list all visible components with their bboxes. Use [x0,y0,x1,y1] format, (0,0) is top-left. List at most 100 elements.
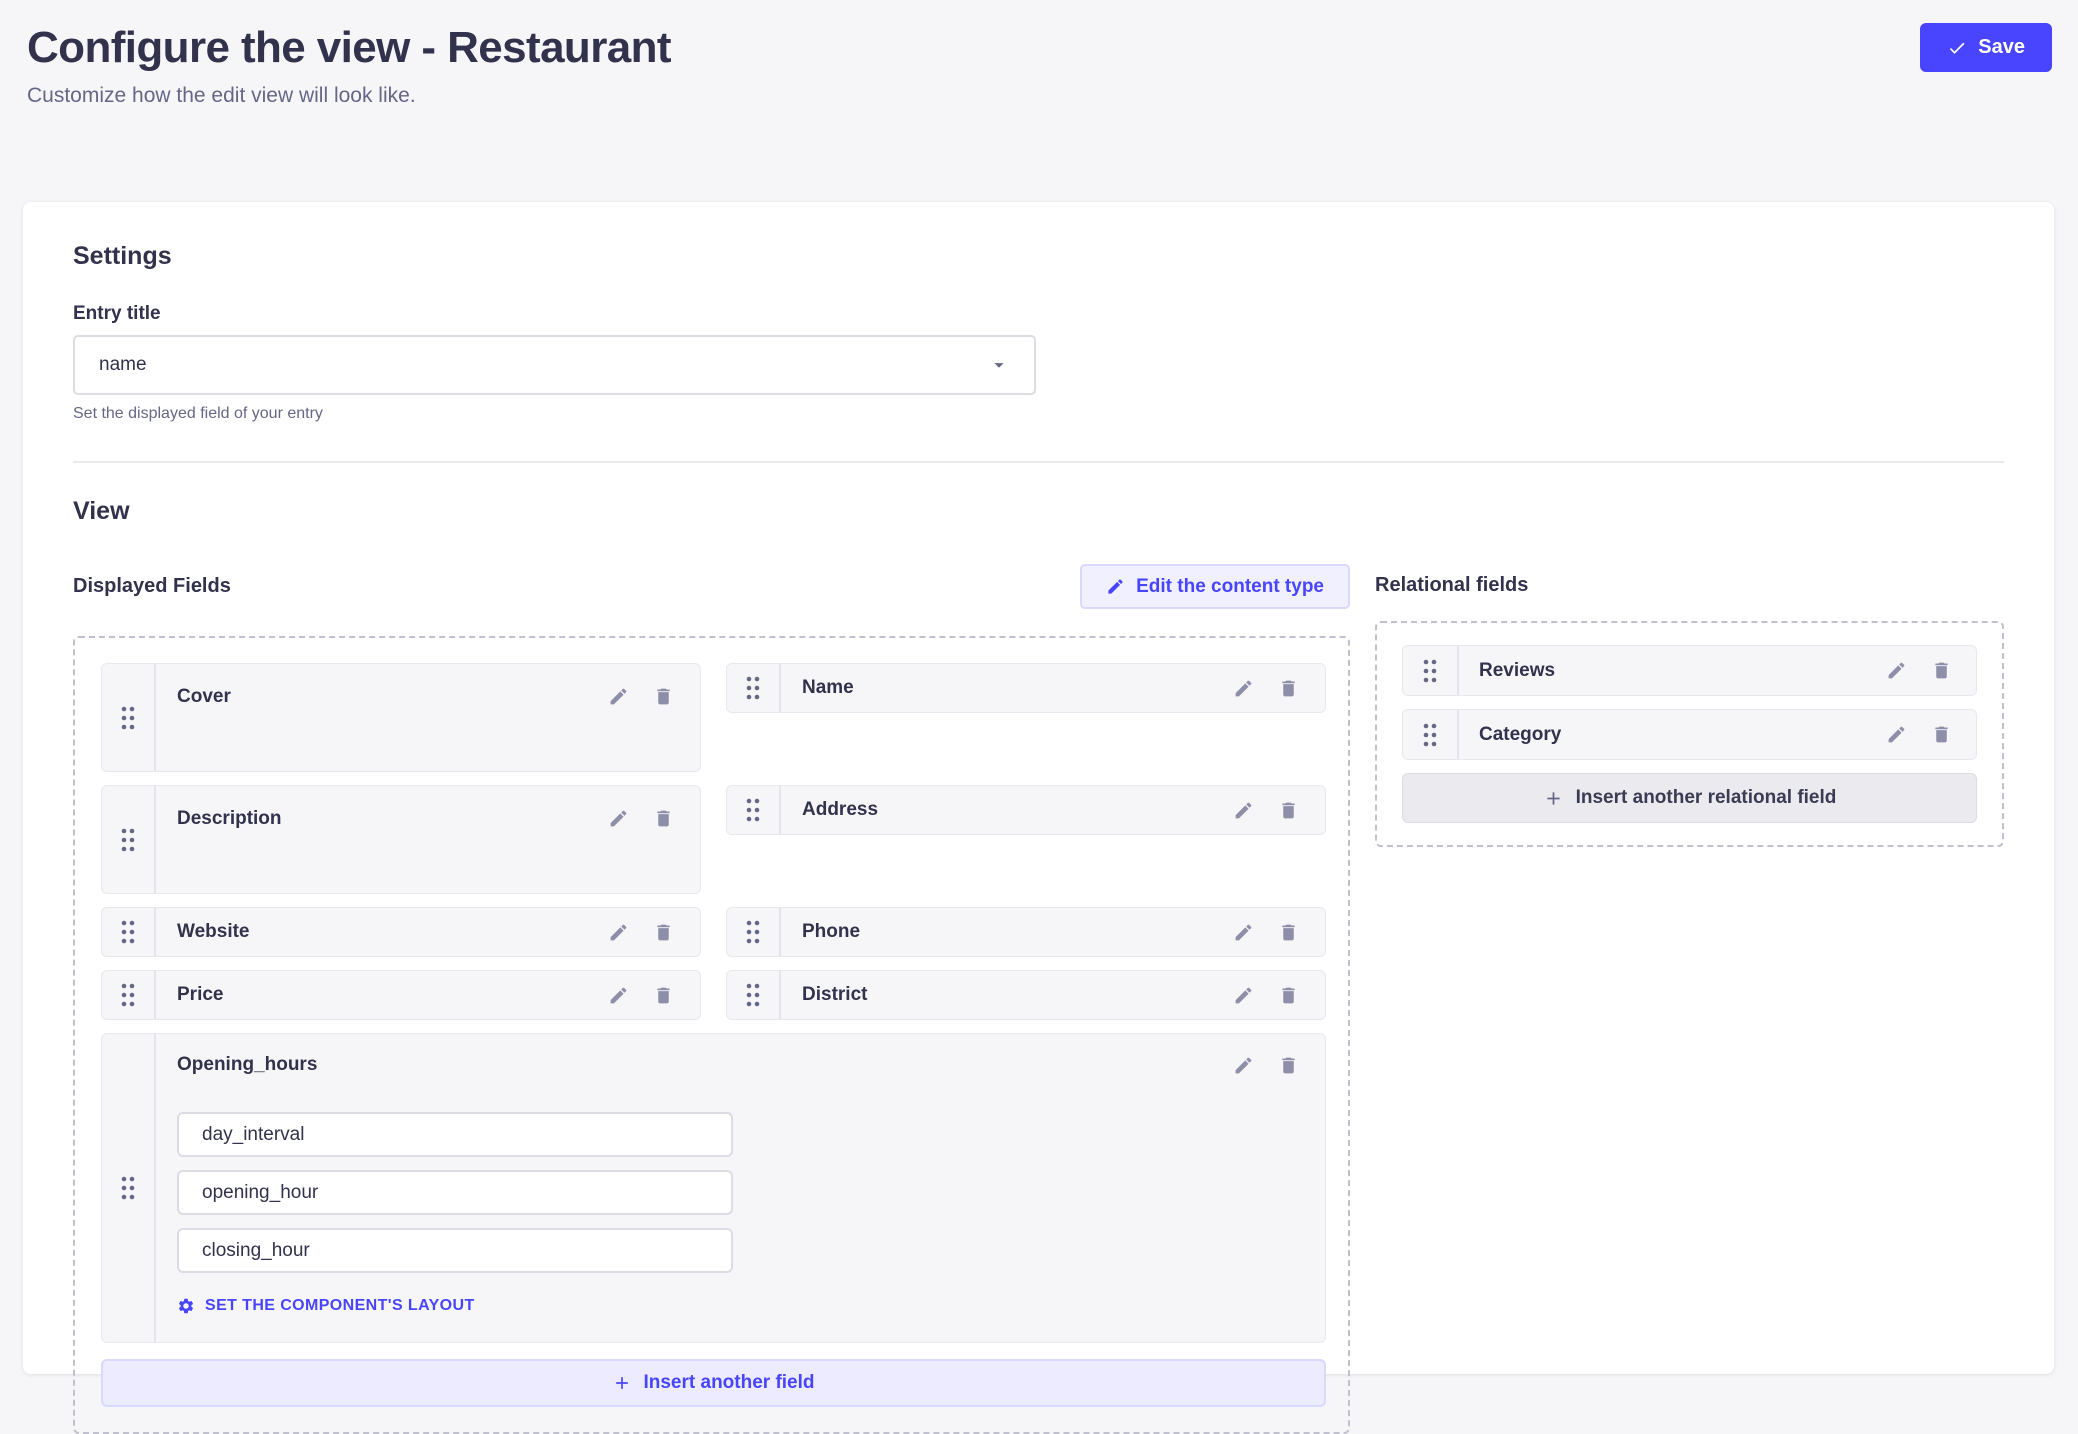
plus-icon [612,1373,632,1393]
trash-icon [1278,985,1299,1006]
field-label: Website [177,921,584,943]
page-subtitle: Customize how the edit view will look li… [27,82,671,110]
component-subfield-day-interval: day_interval [177,1112,733,1157]
delete-field-button[interactable] [1278,1055,1299,1076]
drag-handle[interactable] [727,664,781,712]
field-label: Cover [177,686,584,708]
field-box-cover: Cover [101,663,701,772]
edit-field-button[interactable] [1233,985,1254,1006]
drag-handle[interactable] [102,971,156,1019]
caret-down-icon [988,354,1010,376]
field-box-name: Name [726,663,1326,713]
delete-field-button[interactable] [1931,724,1952,745]
pencil-icon [1106,577,1125,596]
pencil-icon [608,686,629,707]
drag-handle[interactable] [727,971,781,1019]
relational-field-category: Category [1402,709,1977,760]
field-label: Name [802,677,1209,699]
entry-title-value: name [99,354,988,376]
entry-title-select[interactable]: name [73,335,1036,395]
edit-field-button[interactable] [608,686,629,707]
entry-title-label: Entry title [73,303,2004,325]
drag-handle[interactable] [102,1034,156,1342]
relational-fields-heading: Relational fields [1375,574,2004,597]
view-heading: View [73,497,2004,526]
trash-icon [1278,922,1299,943]
field-label: Description [177,808,584,830]
edit-field-button[interactable] [1233,678,1254,699]
relational-field-label: Reviews [1479,660,1862,682]
drag-handle[interactable] [102,664,156,771]
set-component-layout-button[interactable]: SET THE COMPONENT'S LAYOUT [177,1297,475,1315]
edit-field-button[interactable] [1886,660,1907,681]
field-box-district: District [726,970,1326,1020]
insert-another-field-button[interactable]: Insert another field [101,1359,1326,1407]
delete-field-button[interactable] [1278,800,1299,821]
edit-field-button[interactable] [1233,800,1254,821]
plus-icon [1543,788,1564,809]
pencil-icon [1233,1055,1254,1076]
insert-another-relational-field-label: Insert another relational field [1576,787,1837,809]
edit-field-button[interactable] [608,808,629,829]
section-divider [73,461,2004,463]
settings-heading: Settings [73,242,2004,271]
page-header: Configure the view - Restaurant Customiz… [0,0,2078,110]
insert-another-relational-field-button[interactable]: Insert another relational field [1402,773,1977,823]
subfield-label: day_interval [202,1124,304,1146]
delete-field-button[interactable] [653,922,674,943]
drag-handle[interactable] [727,786,781,834]
displayed-fields-label: Displayed Fields [73,575,231,598]
configure-view-card: Settings Entry title name Set the displa… [23,202,2054,1374]
edit-field-button[interactable] [1886,724,1907,745]
delete-field-button[interactable] [1931,660,1952,681]
set-component-layout-label: SET THE COMPONENT'S LAYOUT [205,1297,475,1315]
field-box-address: Address [726,785,1326,835]
subfield-label: closing_hour [202,1240,310,1262]
trash-icon [1278,800,1299,821]
field-box-phone: Phone [726,907,1326,957]
pencil-icon [1233,922,1254,943]
drag-handle[interactable] [1403,710,1459,759]
pencil-icon [608,985,629,1006]
drag-handle[interactable] [1403,646,1459,695]
save-button[interactable]: Save [1920,23,2052,72]
displayed-fields-column: Displayed Fields Edit the content type [73,564,1350,1434]
pencil-icon [1233,800,1254,821]
component-box-opening-hours: Opening_hours day_interval opening_hour [101,1033,1326,1343]
relational-field-label: Category [1479,724,1862,746]
edit-field-button[interactable] [608,985,629,1006]
subfield-label: opening_hour [202,1182,318,1204]
relational-fields-column: Relational fields Reviews [1375,564,2004,1434]
field-row: Website Phone [101,907,1326,957]
delete-field-button[interactable] [1278,985,1299,1006]
trash-icon [653,922,674,943]
component-subfield-opening-hour: opening_hour [177,1170,733,1215]
pencil-icon [1233,678,1254,699]
pencil-icon [608,922,629,943]
page-title: Configure the view - Restaurant [27,20,671,76]
pencil-icon [1233,985,1254,1006]
edit-field-button[interactable] [1233,1055,1254,1076]
delete-field-button[interactable] [1278,922,1299,943]
component-label: Opening_hours [177,1054,1209,1076]
delete-field-button[interactable] [653,686,674,707]
edit-field-button[interactable] [1233,922,1254,943]
trash-icon [1931,660,1952,681]
pencil-icon [1886,660,1907,681]
delete-field-button[interactable] [1278,678,1299,699]
field-box-price: Price [101,970,701,1020]
edit-content-type-button[interactable]: Edit the content type [1080,564,1350,609]
drag-handle[interactable] [102,908,156,956]
displayed-fields-container: Cover Name [73,636,1350,1434]
drag-handle[interactable] [102,786,156,893]
trash-icon [1278,678,1299,699]
component-subfield-closing-hour: closing_hour [177,1228,733,1273]
delete-field-button[interactable] [653,808,674,829]
edit-field-button[interactable] [608,922,629,943]
field-box-description: Description [101,785,701,894]
delete-field-button[interactable] [653,985,674,1006]
field-row: Price District [101,970,1326,1020]
field-label: Phone [802,921,1209,943]
page-header-text: Configure the view - Restaurant Customiz… [27,20,671,110]
drag-handle[interactable] [727,908,781,956]
